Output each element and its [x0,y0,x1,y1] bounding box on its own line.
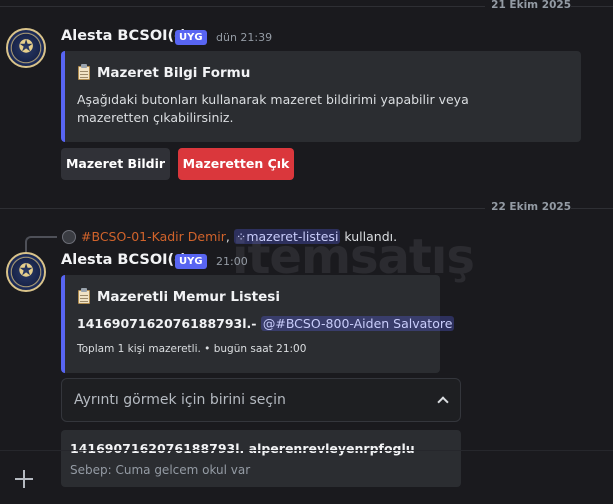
date-divider: 21 Ekim 2025 [0,0,613,13]
server-tag[interactable]: UYG [175,30,207,45]
clipboard-icon [77,288,91,304]
date-divider: 22 Ekim 2025 [0,201,613,215]
select-placeholder: Ayrıntı görmek için birini seçin [74,392,286,408]
chevron-up-icon [437,396,449,408]
date-label: 22 Ekim 2025 [485,201,571,213]
reply-username[interactable]: #BCSO-01-Kadir Demir [81,229,226,244]
clipboard-icon [77,64,91,80]
entry-id: 1416907162076188793l.- [77,316,257,331]
avatar[interactable]: ✪ [6,252,46,292]
exit-excuse-button[interactable]: Mazeretten Çık [178,148,294,180]
avatar[interactable]: ✪ [6,28,46,68]
user-mention[interactable]: @#BCSO-800-Aiden Salvatore [260,316,455,331]
composer-border [0,450,613,451]
details-select-menu[interactable]: Ayrıntı görmek için birini seçin [61,378,461,422]
badge-icon: ✪ [18,260,34,282]
report-excuse-button[interactable]: Mazeret Bildir [61,148,170,180]
date-label: 21 Ekim 2025 [485,0,571,11]
embed-title: Mazeret Bilgi Formu [77,64,250,81]
embed-title: Mazeretli Memur Listesi [77,288,280,305]
option-description: Sebep: Cuma gelcem okul var [70,463,251,477]
reply-separator: , [225,229,230,244]
embed-card: Mazeret Bilgi Formu Aşağıdaki butonları … [61,51,581,142]
author-name[interactable]: Alesta BCSOI(-) [61,28,187,44]
author-name[interactable]: Alesta BCSOI(-) [61,252,187,268]
badge-icon: ✪ [18,36,34,58]
select-option[interactable]: 1416907162076188793l. alperenrevleyenrpf… [61,430,461,487]
timestamp: 21:00 [216,255,248,268]
entry-line: 1416907162076188793l.- @#BCSO-800-Aiden … [77,316,455,331]
timestamp: dün 21:39 [216,31,273,44]
option-title: 1416907162076188793l. alperenrevleyenrpf… [70,441,415,456]
embed-card: Mazeretli Memur Listesi 1416907162076188… [61,275,455,373]
embed-footer: Toplam 1 kişi mazeretli. • bugün saat 21… [77,343,307,355]
embed-title-text: Mazeretli Memur Listesi [97,289,280,305]
reply-avatar[interactable] [62,230,76,244]
server-tag[interactable]: UYG [175,254,207,269]
embed-title-text: Mazeret Bilgi Formu [97,65,251,81]
add-attachment-icon[interactable] [13,468,35,490]
embed-description: Aşağıdaki butonları kullanarak mazeret b… [77,92,469,125]
reply-connector [25,236,57,252]
